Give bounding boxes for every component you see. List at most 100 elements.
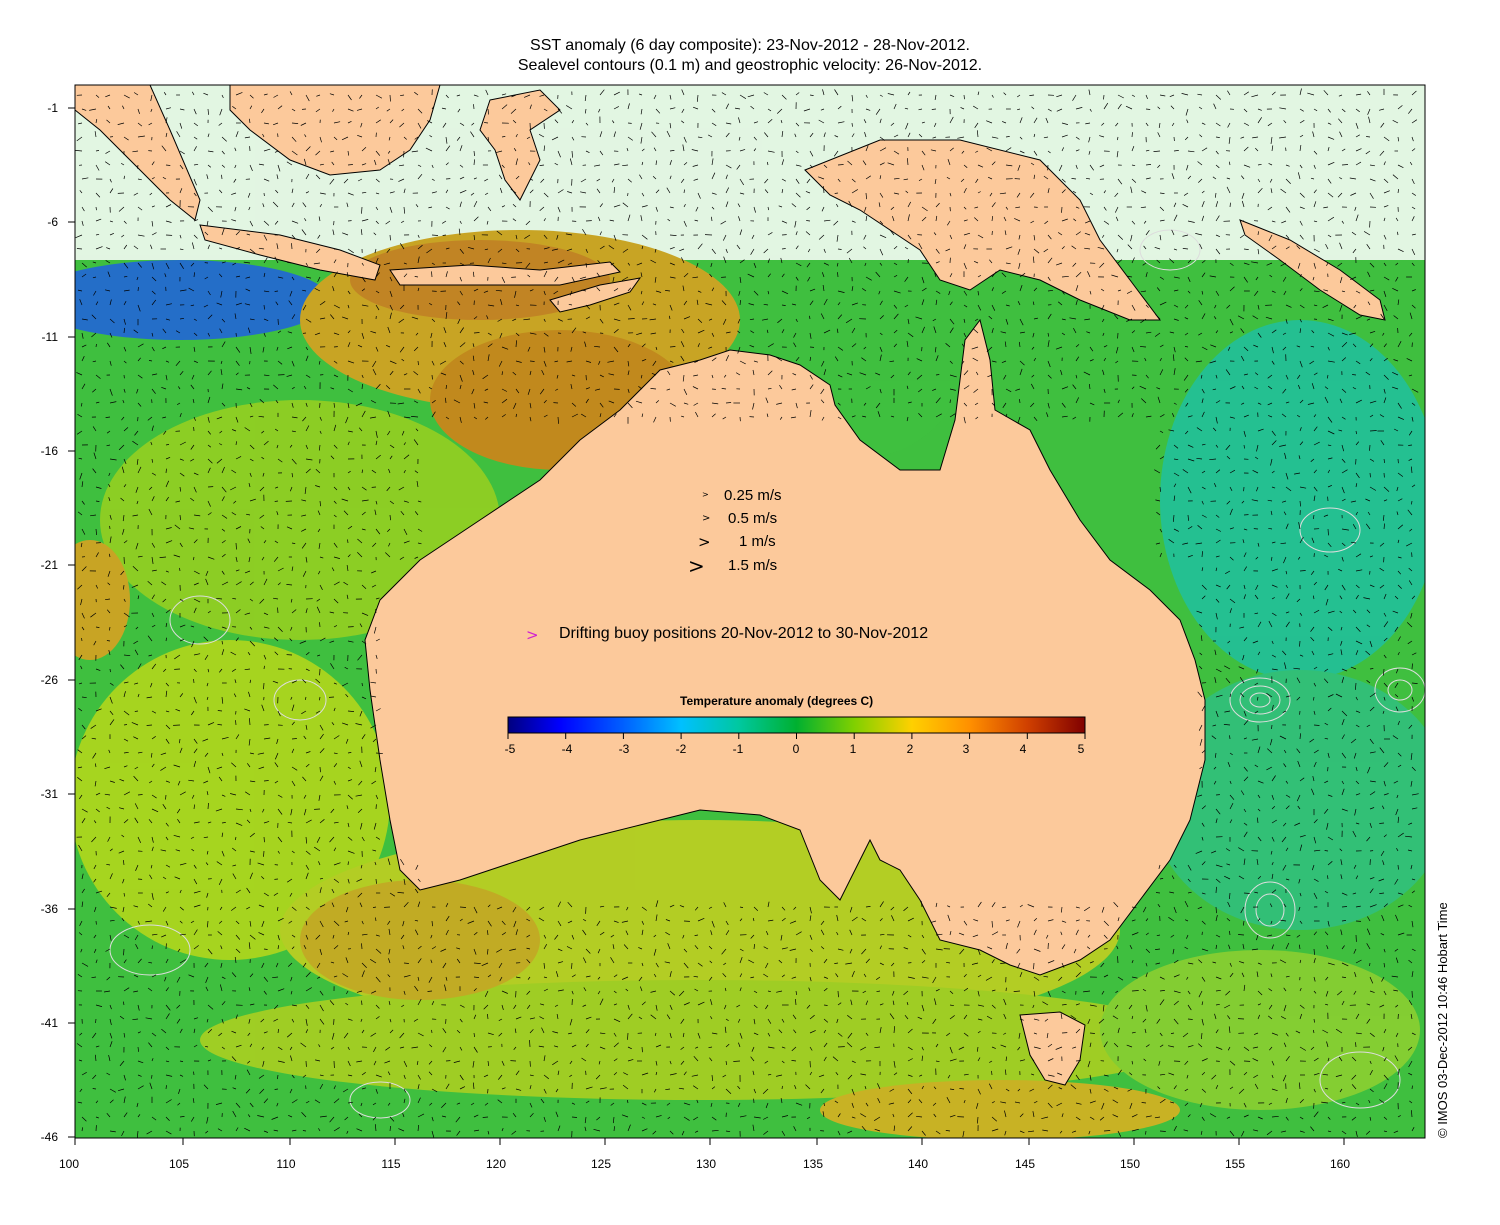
velocity-vector (851, 122, 853, 127)
velocity-vector (1369, 472, 1371, 478)
velocity-vector (473, 104, 475, 110)
velocity-vector (1229, 202, 1231, 208)
velocity-vector (274, 1088, 279, 1090)
velocity-vector (1089, 1032, 1095, 1034)
velocity-vector (1369, 444, 1371, 451)
velocity-vector (151, 945, 153, 950)
velocity-vector (347, 861, 349, 866)
velocity-vector (1383, 668, 1385, 676)
velocity-vector (1352, 374, 1357, 376)
velocity-vector (931, 108, 937, 110)
velocity-vector (834, 192, 839, 194)
velocity-vector (207, 802, 209, 810)
velocity-vector (1369, 430, 1377, 432)
velocity-vector (431, 234, 439, 236)
velocity-vector (95, 343, 97, 348)
velocity-vector (274, 290, 279, 292)
velocity-vector (263, 850, 265, 857)
velocity-vector (1215, 906, 1217, 914)
velocity-vector (291, 738, 297, 740)
velocity-vector (641, 1046, 643, 1053)
velocity-vector (1271, 724, 1273, 730)
velocity-vector (263, 665, 265, 670)
velocity-vector (837, 272, 839, 278)
velocity-vector (837, 248, 842, 250)
velocity-vector (837, 164, 844, 166)
velocity-vector (1033, 962, 1035, 970)
velocity-vector (1155, 892, 1161, 894)
velocity-vector (1238, 934, 1245, 936)
velocity-vector (389, 94, 391, 102)
velocity-vector (823, 1004, 828, 1006)
velocity-vector (459, 906, 467, 908)
velocity-vector (375, 609, 377, 614)
velocity-vector (235, 720, 237, 726)
velocity-vector (361, 682, 363, 687)
velocity-vector (529, 360, 535, 362)
velocity-vector (95, 1018, 97, 1024)
velocity-vector (361, 1000, 363, 1006)
velocity-vector (179, 567, 181, 572)
velocity-vector (263, 780, 269, 782)
velocity-vector (1341, 164, 1349, 166)
velocity-vector (427, 990, 433, 992)
velocity-vector (806, 220, 811, 222)
velocity-vector (263, 948, 268, 950)
velocity-vector (123, 724, 128, 726)
velocity-vector (81, 637, 83, 642)
velocity-vector (347, 539, 349, 544)
velocity-vector (781, 248, 786, 250)
velocity-vector (291, 243, 293, 250)
velocity-vector (1000, 962, 1007, 964)
velocity-vector (1103, 94, 1105, 100)
velocity-vector (123, 948, 125, 956)
velocity-vector (1140, 346, 1147, 348)
velocity-vector (1117, 956, 1119, 964)
velocity-vector (1075, 1060, 1081, 1062)
velocity-vector (165, 1085, 167, 1090)
velocity-vector (134, 710, 139, 712)
velocity-vector (1299, 570, 1306, 572)
velocity-vector (529, 1039, 531, 1048)
velocity-vector (1243, 892, 1250, 894)
velocity-vector (1369, 962, 1371, 967)
velocity-vector (1145, 108, 1151, 110)
velocity-vector (431, 374, 433, 380)
velocity-vector (274, 500, 279, 502)
velocity-vector (389, 234, 391, 241)
velocity-vector (1327, 528, 1329, 536)
velocity-vector (949, 399, 951, 404)
velocity-vector (106, 640, 111, 642)
velocity-vector (165, 794, 167, 800)
velocity-vector (725, 402, 732, 404)
velocity-vector (277, 607, 279, 614)
velocity-vector (1355, 1042, 1357, 1048)
velocity-vector (137, 164, 139, 169)
velocity-vector (193, 1071, 195, 1076)
velocity-vector (431, 1029, 433, 1034)
velocity-vector (781, 1085, 783, 1090)
velocity-vector (109, 668, 111, 673)
velocity-vector (347, 164, 353, 166)
velocity-vector (92, 1088, 97, 1090)
velocity-vector (1131, 132, 1133, 138)
velocity-vector (1379, 822, 1385, 824)
velocity-vector (235, 542, 237, 550)
velocity-vector (1215, 886, 1217, 894)
velocity-vector (1397, 864, 1399, 870)
velocity-vector (361, 943, 363, 950)
velocity-vector (1411, 663, 1413, 670)
velocity-vector (484, 122, 489, 124)
velocity-vector (1061, 206, 1063, 213)
velocity-vector (417, 360, 419, 366)
velocity-vector (137, 287, 139, 292)
velocity-vector (1324, 850, 1329, 852)
velocity-vector (76, 248, 83, 250)
velocity-vector (165, 164, 171, 166)
velocity-vector (1313, 724, 1320, 726)
velocity-vector (403, 962, 409, 964)
velocity-vector (319, 766, 321, 773)
velocity-vector (165, 468, 167, 474)
velocity-vector (137, 794, 143, 796)
velocity-vector (669, 346, 676, 348)
